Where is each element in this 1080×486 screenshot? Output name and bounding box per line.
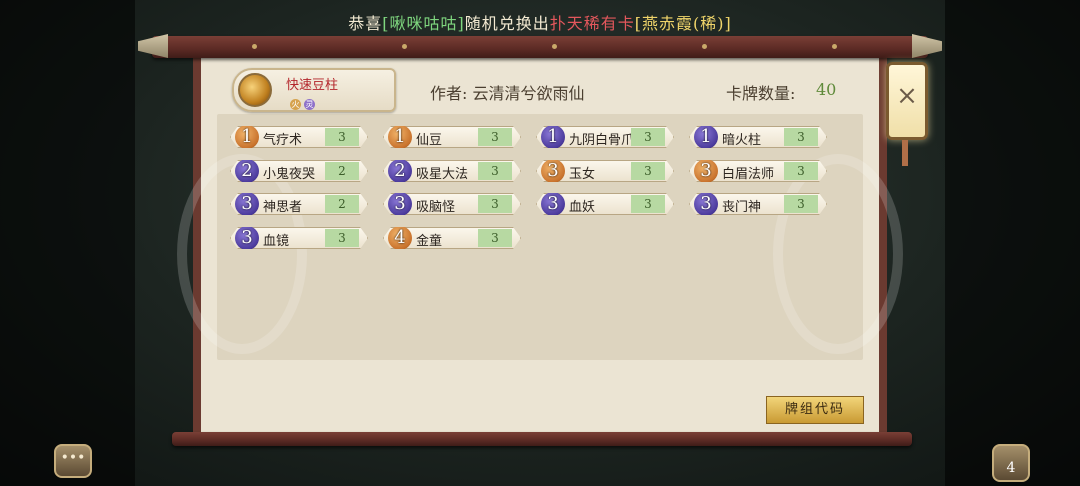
- rod-stud: [402, 44, 407, 49]
- card-cost: 3: [541, 159, 565, 183]
- card-name: 神思者: [263, 200, 303, 215]
- close-icon: ×: [896, 81, 918, 111]
- announce-rarity: 扑天稀有卡: [549, 14, 635, 33]
- card-count-label: 卡牌数量:: [726, 84, 796, 103]
- deck-card[interactable]: 3 吸脑怪 3: [383, 193, 521, 215]
- card-cost: 3: [694, 159, 718, 183]
- card-name: 吸脑怪: [416, 200, 456, 215]
- card-cost: 2: [388, 159, 412, 183]
- card-quantity: 3: [631, 195, 665, 213]
- deck-card[interactable]: 3 玉女 3: [536, 160, 674, 182]
- card-quantity: 3: [784, 195, 818, 213]
- card-name: 白眉法师: [722, 167, 775, 182]
- announce-card: [燕赤霞(稀)]: [634, 14, 732, 33]
- card-quantity: 3: [478, 162, 512, 180]
- rod-stud: [252, 44, 257, 49]
- announce-middle: 随机兑换出: [464, 14, 550, 33]
- spirit-tag-icon: 灵: [304, 99, 315, 110]
- close-button[interactable]: ×: [886, 62, 928, 140]
- card-name: 玉女: [569, 167, 596, 182]
- card-name: 九阴白骨爪: [569, 133, 635, 148]
- card-name: 暗火柱: [722, 133, 762, 148]
- rod-stud: [702, 44, 707, 49]
- card-quantity: 3: [784, 128, 818, 146]
- deck-card[interactable]: 3 丧门神 3: [689, 193, 827, 215]
- decor-swirl-right: [773, 154, 903, 354]
- card-cost: 2: [235, 159, 259, 183]
- card-cost: 3: [694, 192, 718, 216]
- decor-swirl-left: [177, 154, 307, 354]
- left-shadow: [0, 0, 135, 486]
- deck-name: 快速豆柱: [286, 78, 339, 93]
- scroll-rod-bottom: [172, 432, 912, 446]
- deck-author: 作者: 云清清兮欲雨仙: [430, 84, 585, 103]
- card-cost: 4: [388, 226, 412, 250]
- gift-button[interactable]: 4: [992, 444, 1030, 482]
- card-quantity: 2: [325, 195, 359, 213]
- deck-card[interactable]: 1 仙豆 3: [383, 126, 521, 148]
- card-count-value: 40: [816, 80, 837, 99]
- card-name: 血镜: [263, 234, 290, 249]
- chat-button[interactable]: •••: [54, 444, 92, 478]
- card-cost: 1: [694, 125, 718, 149]
- deck-card[interactable]: 3 血镜 3: [230, 227, 368, 249]
- deck-card[interactable]: 3 白眉法师 3: [689, 160, 827, 182]
- right-shadow: [945, 0, 1080, 486]
- deck-card[interactable]: 1 气疗术 3: [230, 126, 368, 148]
- card-cost: 3: [541, 192, 565, 216]
- fire-tag-icon: 火: [290, 99, 301, 110]
- card-quantity: 3: [478, 229, 512, 247]
- card-name: 血妖: [569, 200, 596, 215]
- card-cost: 3: [235, 192, 259, 216]
- announce-prefix: 恭喜: [348, 14, 383, 33]
- announce-player: [啾咪咕咕]: [382, 14, 465, 33]
- card-quantity: 3: [325, 128, 359, 146]
- lantern-tassel: [902, 140, 908, 166]
- deck-card[interactable]: 2 吸星大法 3: [383, 160, 521, 182]
- deck-card[interactable]: 4 金童 3: [383, 227, 521, 249]
- card-cost: 1: [388, 125, 412, 149]
- card-name: 金童: [416, 234, 443, 249]
- scroll-rod-top: [138, 34, 928, 58]
- deck-card[interactable]: 1 暗火柱 3: [689, 126, 827, 148]
- card-quantity: 3: [478, 128, 512, 146]
- card-quantity: 3: [325, 229, 359, 247]
- card-name: 气疗术: [263, 133, 303, 148]
- card-cost: 3: [235, 226, 259, 250]
- deck-badge[interactable]: 快速豆柱 火灵: [232, 68, 396, 112]
- card-cost: 3: [388, 192, 412, 216]
- deck-tags: 火灵: [290, 92, 318, 111]
- card-name: 小鬼夜哭: [263, 167, 316, 182]
- chat-icon: •••: [60, 450, 86, 466]
- card-quantity: 2: [325, 162, 359, 180]
- card-cost: 1: [541, 125, 565, 149]
- card-quantity: 3: [784, 162, 818, 180]
- deck-code-button[interactable]: 牌组代码: [766, 396, 864, 424]
- card-quantity: 3: [478, 195, 512, 213]
- card-name: 丧门神: [722, 200, 762, 215]
- gift-count: 4: [1006, 460, 1016, 476]
- rod-stud: [832, 44, 837, 49]
- card-name: 仙豆: [416, 133, 443, 148]
- deck-card[interactable]: 2 小鬼夜哭 2: [230, 160, 368, 182]
- deck-card[interactable]: 3 神思者 2: [230, 193, 368, 215]
- deck-card[interactable]: 3 血妖 3: [536, 193, 674, 215]
- card-quantity: 3: [631, 162, 665, 180]
- card-quantity: 3: [631, 128, 665, 146]
- announcement-banner: 恭喜[啾咪咕咕]随机兑换出扑天稀有卡[燕赤霞(稀)]: [0, 10, 1080, 34]
- deck-card[interactable]: 1 九阴白骨爪 3: [536, 126, 674, 148]
- card-cost: 1: [235, 125, 259, 149]
- card-name: 吸星大法: [416, 167, 469, 182]
- deck-avatar: [238, 73, 272, 107]
- rod-stud: [552, 44, 557, 49]
